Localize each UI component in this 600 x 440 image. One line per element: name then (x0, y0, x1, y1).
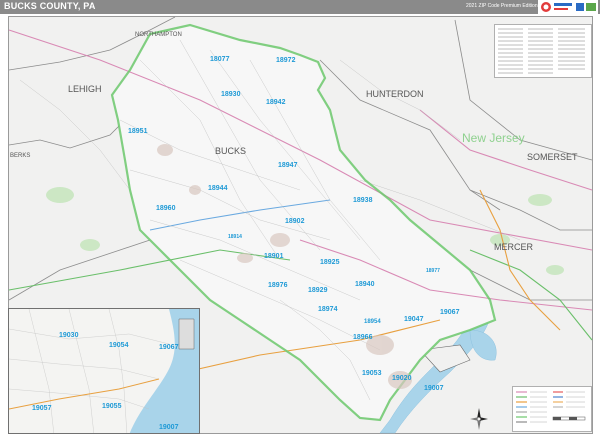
zip-label-18930: 18930 (221, 91, 241, 98)
zip-label-19007: 19007 (424, 385, 444, 392)
zip-label-18976: 18976 (268, 282, 288, 289)
inset-island (178, 318, 195, 350)
park-1 (46, 187, 74, 203)
zip-label-18977: 18977 (426, 268, 440, 274)
inset-zip-label-19007: 19007 (159, 424, 179, 431)
region-label-mercer: MERCER (494, 242, 534, 252)
zip-label-18902: 18902 (285, 218, 305, 225)
zip-label-18901: 18901 (264, 253, 284, 260)
zip-label-18914: 18914 (228, 234, 242, 240)
region-label-berks: BERKS (10, 153, 30, 159)
urban-chalfont (237, 253, 253, 263)
zip-label-18938: 18938 (353, 197, 373, 204)
map-root: BUCKS COUNTY, PA 2021 ZIP Code Premium E… (0, 0, 600, 440)
zip-label-18951: 18951 (128, 128, 148, 135)
zip-label-18077: 18077 (210, 56, 230, 63)
zip-label-18929: 18929 (308, 287, 328, 294)
urban-quakertown (157, 144, 173, 156)
zip-index-table (494, 24, 592, 78)
inset-map-canvas: 19030 19054 19067 19057 19055 19007 (9, 309, 199, 433)
zip-label-18947: 18947 (278, 162, 298, 169)
zip-label-18944: 18944 (208, 185, 228, 192)
zip-label-19020: 19020 (392, 375, 412, 382)
zip-label-18954: 18954 (364, 319, 381, 325)
region-label-northampton: NORTHAMPTON (135, 32, 182, 38)
compass-rose-icon (470, 408, 488, 430)
zip-label-19067: 19067 (440, 309, 460, 316)
zip-label-18972: 18972 (276, 57, 296, 64)
legend-symbols (516, 391, 586, 423)
zip-label-19047: 19047 (404, 316, 424, 323)
zip-label-18940: 18940 (355, 281, 375, 288)
inset-zip-label-19055: 19055 (102, 403, 122, 410)
urban-doylestown (270, 233, 290, 247)
urban-perkasie (189, 185, 201, 195)
region-label-lehigh: LEHIGH (68, 84, 102, 94)
zip-label-19053: 19053 (362, 370, 382, 377)
zip-label-18960: 18960 (156, 205, 176, 212)
region-label-somerset: SOMERSET (527, 152, 578, 162)
region-label-hunterdon: HUNTERDON (366, 89, 424, 99)
inset-map: 19030 19054 19067 19057 19055 19007 (8, 308, 200, 434)
park-4 (528, 194, 552, 206)
map-legend (512, 386, 592, 432)
zip-label-18974: 18974 (318, 306, 338, 313)
region-label-bucks: BUCKS (215, 146, 246, 156)
inset-zip-label-19030: 19030 (59, 332, 79, 339)
park-2 (80, 239, 100, 251)
zip-label-18966: 18966 (353, 334, 373, 341)
zip-label-18925: 18925 (320, 259, 340, 266)
inset-zip-label-19067: 19067 (159, 344, 179, 351)
index-table-lines (498, 28, 585, 74)
park-6 (546, 265, 564, 275)
zip-label-18942: 18942 (266, 99, 286, 106)
inset-zip-label-19057: 19057 (32, 405, 52, 412)
region-label-new-jersey: New Jersey (462, 131, 525, 145)
inset-zip-label-19054: 19054 (109, 342, 129, 349)
